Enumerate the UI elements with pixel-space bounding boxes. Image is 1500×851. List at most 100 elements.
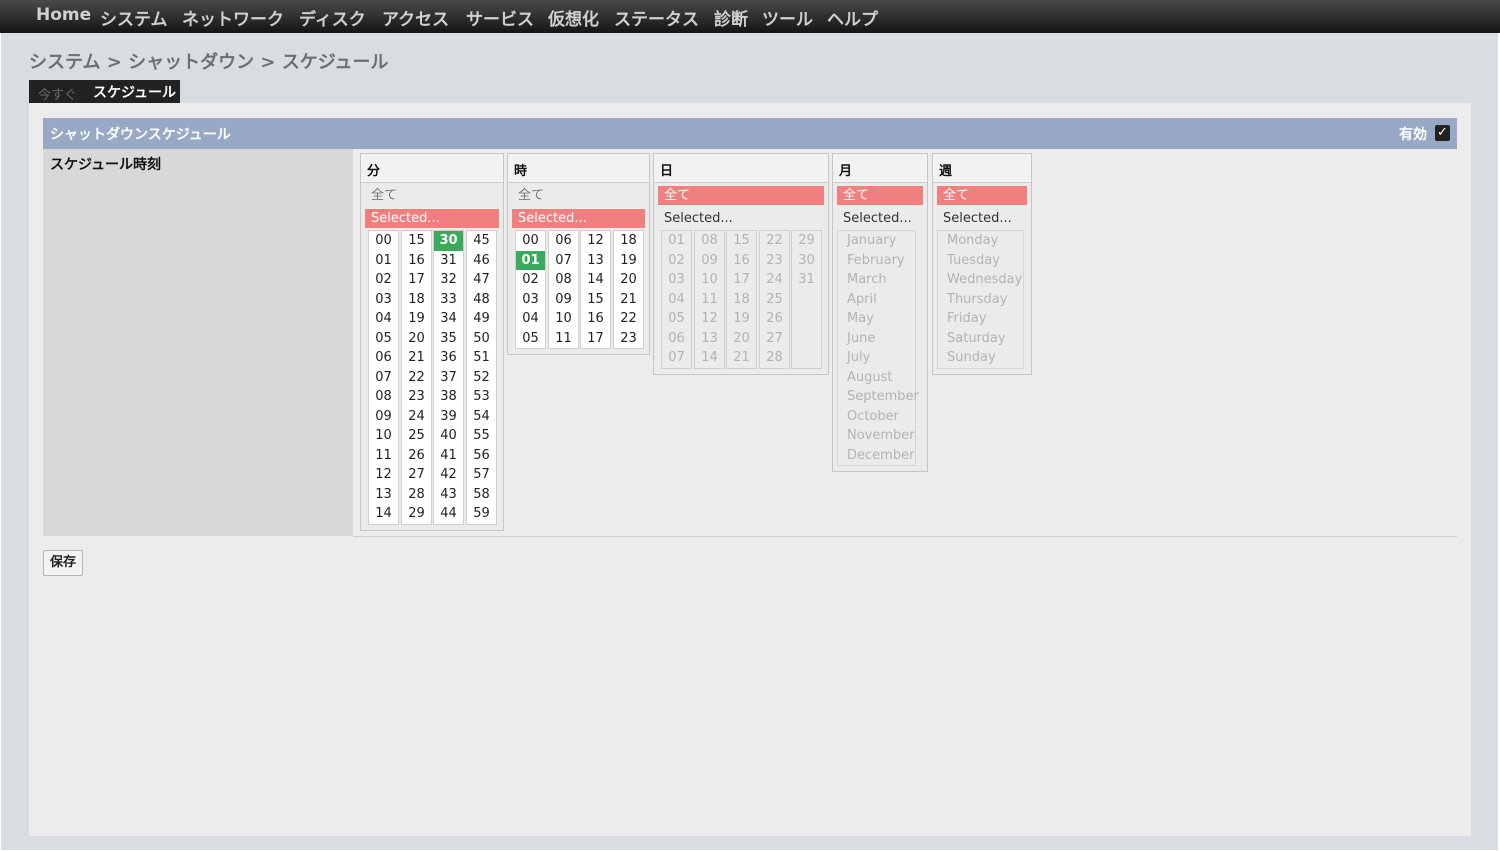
hour-option[interactable]: 04 <box>516 309 545 329</box>
hour-option[interactable]: 10 <box>549 309 578 329</box>
minute-option[interactable]: 54 <box>467 407 496 427</box>
minute-option[interactable]: 46 <box>467 251 496 271</box>
minute-option[interactable]: 27 <box>402 465 431 485</box>
week-all-option[interactable]: 全て <box>937 186 1027 205</box>
minute-option[interactable]: 10 <box>369 426 398 446</box>
minute-option[interactable]: 25 <box>402 426 431 446</box>
minute-option[interactable]: 18 <box>402 290 431 310</box>
minute-option[interactable]: 28 <box>402 485 431 505</box>
minute-option[interactable]: 56 <box>467 446 496 466</box>
minute-option[interactable]: 59 <box>467 504 496 524</box>
menu-access[interactable]: アクセス <box>382 5 449 30</box>
minute-option[interactable]: 16 <box>402 251 431 271</box>
week-selected-option[interactable]: Selected... <box>937 209 1027 228</box>
hour-option[interactable]: 16 <box>581 309 610 329</box>
minute-option[interactable]: 17 <box>402 270 431 290</box>
minute-option[interactable]: 14 <box>369 504 398 524</box>
minute-option[interactable]: 11 <box>369 446 398 466</box>
minute-option[interactable]: 49 <box>467 309 496 329</box>
minute-option[interactable]: 24 <box>402 407 431 427</box>
hour-selected-option[interactable]: Selected... <box>512 209 645 228</box>
minute-option[interactable]: 30 <box>434 231 463 251</box>
minute-option[interactable]: 13 <box>369 485 398 505</box>
minute-option[interactable]: 19 <box>402 309 431 329</box>
menu-help[interactable]: ヘルプ <box>827 5 878 30</box>
minute-option[interactable]: 22 <box>402 368 431 388</box>
hour-option[interactable]: 03 <box>516 290 545 310</box>
day-selected-option[interactable]: Selected... <box>658 209 824 228</box>
hour-option[interactable]: 02 <box>516 270 545 290</box>
hour-option[interactable]: 22 <box>614 309 643 329</box>
minute-option[interactable]: 34 <box>434 309 463 329</box>
minute-option[interactable]: 02 <box>369 270 398 290</box>
minute-option[interactable]: 03 <box>369 290 398 310</box>
minute-option[interactable]: 50 <box>467 329 496 349</box>
minute-option[interactable]: 41 <box>434 446 463 466</box>
minute-option[interactable]: 23 <box>402 387 431 407</box>
minute-option[interactable]: 51 <box>467 348 496 368</box>
minute-option[interactable]: 47 <box>467 270 496 290</box>
month-all-option[interactable]: 全て <box>837 186 923 205</box>
minute-option[interactable]: 35 <box>434 329 463 349</box>
menu-system[interactable]: システム <box>100 5 168 30</box>
minute-option[interactable]: 52 <box>467 368 496 388</box>
hour-option[interactable]: 21 <box>614 290 643 310</box>
minute-option[interactable]: 48 <box>467 290 496 310</box>
menu-status[interactable]: ステータス <box>614 5 699 30</box>
minute-option[interactable]: 15 <box>402 231 431 251</box>
menu-network[interactable]: ネットワーク <box>182 5 284 30</box>
tab-now[interactable]: 今すぐ <box>38 84 77 103</box>
minute-option[interactable]: 26 <box>402 446 431 466</box>
minute-option[interactable]: 45 <box>467 231 496 251</box>
menu-tools[interactable]: ツール <box>762 5 813 30</box>
hour-option[interactable]: 14 <box>581 270 610 290</box>
hour-option[interactable]: 19 <box>614 251 643 271</box>
minute-option[interactable]: 31 <box>434 251 463 271</box>
minute-option[interactable]: 57 <box>467 465 496 485</box>
minute-option[interactable]: 37 <box>434 368 463 388</box>
minute-option[interactable]: 42 <box>434 465 463 485</box>
minute-option[interactable]: 38 <box>434 387 463 407</box>
minute-option[interactable]: 07 <box>369 368 398 388</box>
minute-option[interactable]: 21 <box>402 348 431 368</box>
minute-option[interactable]: 01 <box>369 251 398 271</box>
minute-option[interactable]: 05 <box>369 329 398 349</box>
hour-option[interactable]: 12 <box>581 231 610 251</box>
menu-disk[interactable]: ディスク <box>299 5 366 30</box>
minute-option[interactable]: 08 <box>369 387 398 407</box>
menu-virtualization[interactable]: 仮想化 <box>548 5 599 30</box>
minute-option[interactable]: 32 <box>434 270 463 290</box>
menu-service[interactable]: サービス <box>466 5 534 30</box>
hour-option[interactable]: 09 <box>549 290 578 310</box>
menu-diagnostics[interactable]: 診断 <box>714 5 748 30</box>
minute-option[interactable]: 00 <box>369 231 398 251</box>
hour-option[interactable]: 07 <box>549 251 578 271</box>
minute-selected-option[interactable]: Selected... <box>365 209 499 228</box>
minute-option[interactable]: 04 <box>369 309 398 329</box>
minute-option[interactable]: 55 <box>467 426 496 446</box>
hour-option[interactable]: 05 <box>516 329 545 349</box>
hour-option[interactable]: 15 <box>581 290 610 310</box>
minute-option[interactable]: 39 <box>434 407 463 427</box>
hour-option[interactable]: 00 <box>516 231 545 251</box>
minute-option[interactable]: 58 <box>467 485 496 505</box>
hour-option[interactable]: 17 <box>581 329 610 349</box>
minute-option[interactable]: 53 <box>467 387 496 407</box>
enable-checkbox[interactable]: ✓ <box>1435 125 1450 141</box>
minute-option[interactable]: 20 <box>402 329 431 349</box>
hour-option[interactable]: 20 <box>614 270 643 290</box>
save-button[interactable]: 保存 <box>43 550 83 576</box>
hour-option[interactable]: 06 <box>549 231 578 251</box>
day-all-option[interactable]: 全て <box>658 186 824 205</box>
minute-option[interactable]: 09 <box>369 407 398 427</box>
month-selected-option[interactable]: Selected... <box>837 209 923 228</box>
minute-option[interactable]: 12 <box>369 465 398 485</box>
hour-all-option[interactable]: 全て <box>512 186 645 205</box>
minute-all-option[interactable]: 全て <box>365 186 499 205</box>
minute-option[interactable]: 33 <box>434 290 463 310</box>
tab-schedule[interactable]: スケジュール <box>93 82 176 102</box>
hour-option[interactable]: 18 <box>614 231 643 251</box>
hour-option[interactable]: 11 <box>549 329 578 349</box>
minute-option[interactable]: 43 <box>434 485 463 505</box>
hour-option[interactable]: 13 <box>581 251 610 271</box>
